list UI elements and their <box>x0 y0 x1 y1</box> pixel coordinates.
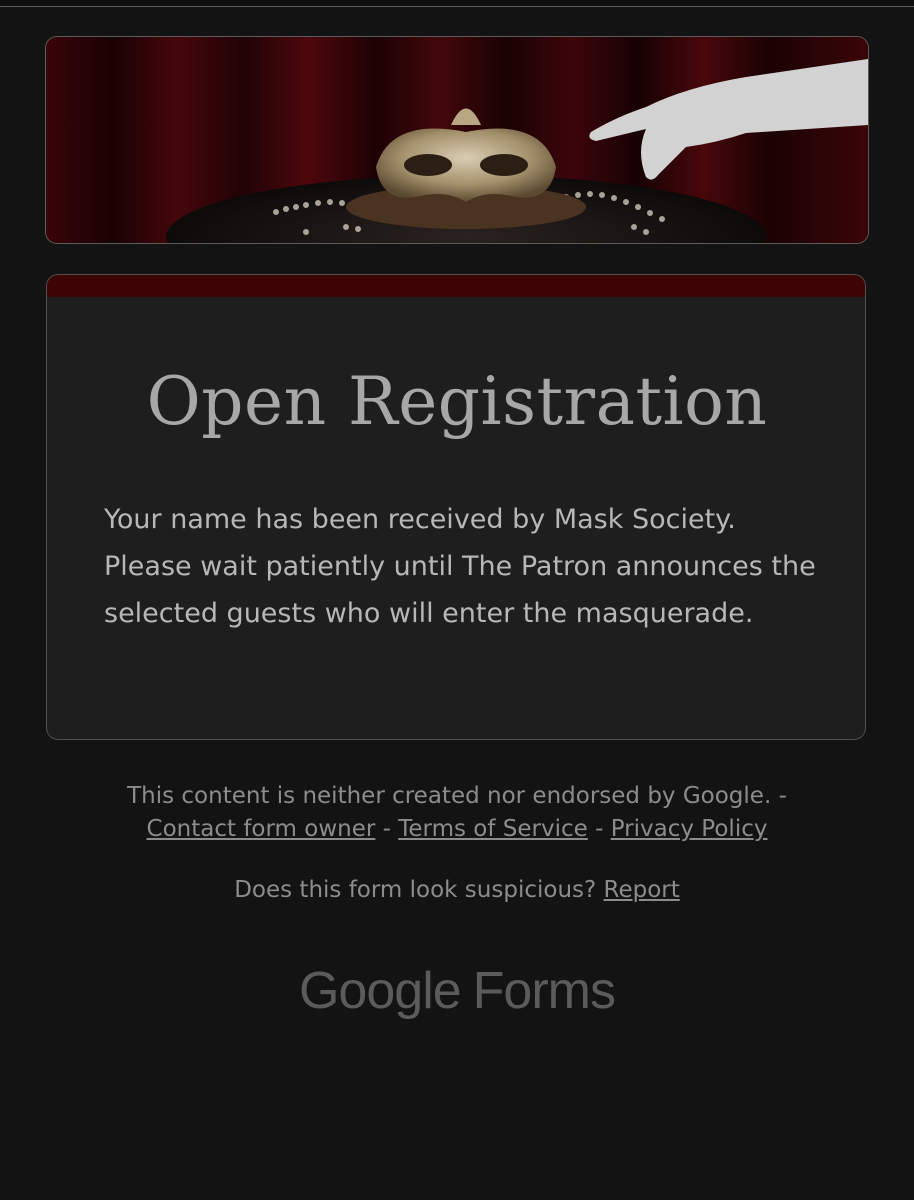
report-link[interactable]: Report <box>604 877 680 903</box>
suspicious-form-notice: Does this form look suspicious? Report <box>60 874 854 907</box>
terms-of-service-link[interactable]: Terms of Service <box>398 816 588 842</box>
forms-wordmark: Forms <box>472 962 616 1020</box>
suspicious-text: Does this form look suspicious? <box>234 877 597 903</box>
top-divider <box>0 0 914 7</box>
google-wordmark: Google <box>298 962 462 1020</box>
separator: - <box>587 816 611 842</box>
contact-form-owner-link[interactable]: Contact form owner <box>147 816 376 842</box>
header-banner-image <box>45 36 869 244</box>
card-accent-bar <box>47 275 865 297</box>
disclaimer-text: This content is neither created nor endo… <box>127 783 772 809</box>
footer-disclaimer: This content is neither created nor endo… <box>60 780 854 846</box>
form-title: Open Registration <box>146 363 768 440</box>
confirmation-message: Your name has been received by Mask Soci… <box>104 504 816 629</box>
separator: - <box>771 783 787 809</box>
separator: - <box>375 816 399 842</box>
google-forms-logo[interactable]: Google Forms <box>0 956 914 1026</box>
privacy-policy-link[interactable]: Privacy Policy <box>611 816 768 842</box>
